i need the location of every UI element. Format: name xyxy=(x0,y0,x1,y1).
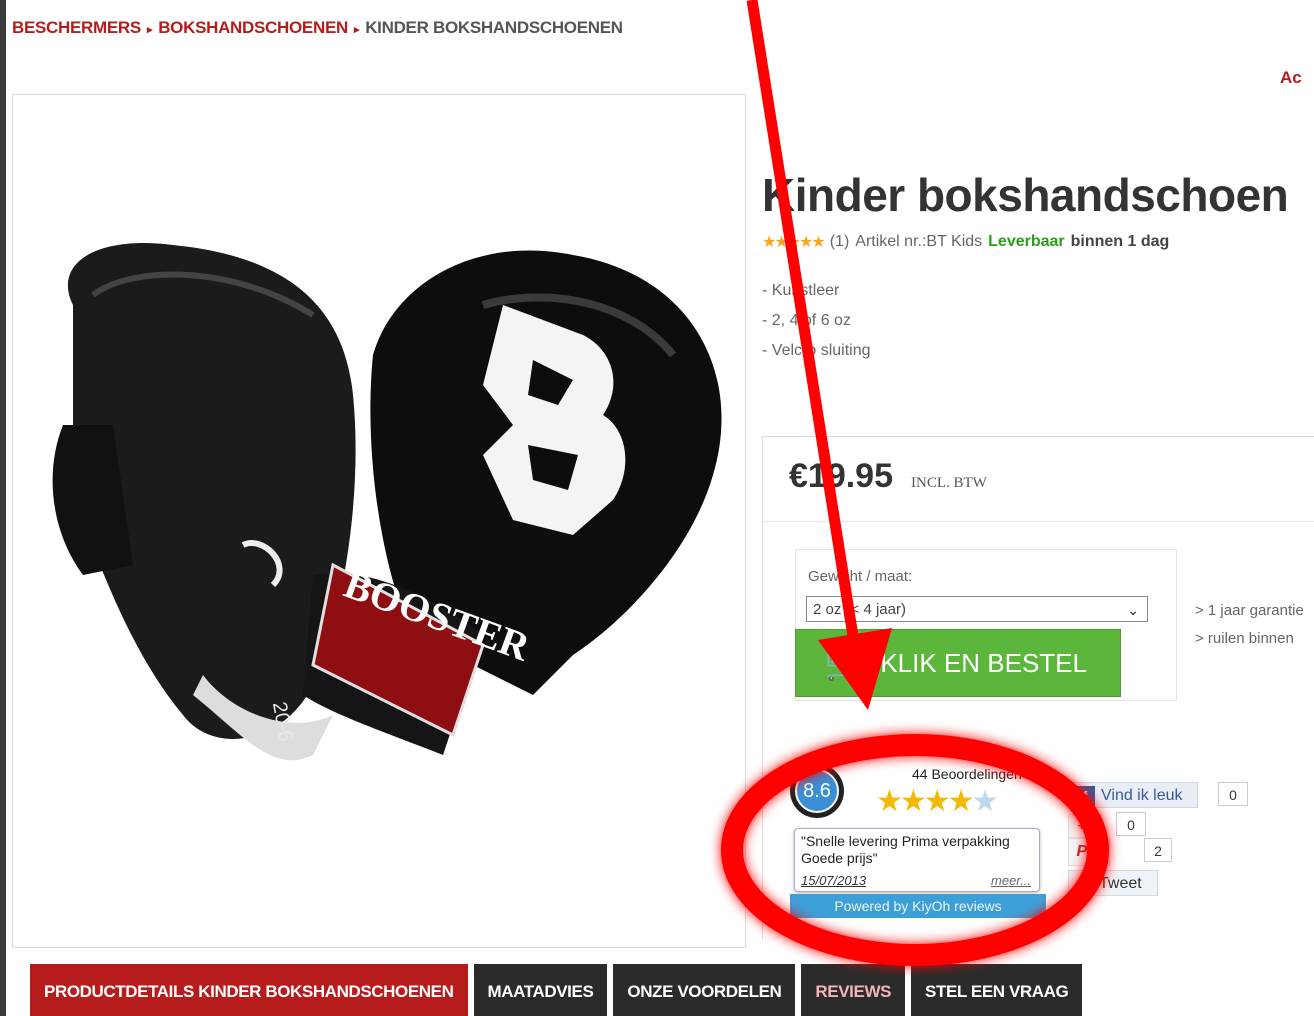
rating-count[interactable]: (1) xyxy=(830,233,850,251)
tab-maatadvies[interactable]: MAATADVIES xyxy=(473,964,608,1016)
tax-note: INCL. BTW xyxy=(911,475,987,491)
product-meta: ★★★★★ (1) Artikel nr.:BT Kids Leverbaar … xyxy=(762,232,1169,252)
product-image[interactable]: BOOSTER 20-6 xyxy=(12,94,746,948)
option-label: Gewicht / maat: xyxy=(808,568,913,585)
price-row: €19.95 INCL. BTW xyxy=(763,437,1314,522)
breadcrumb: BESCHERMERS ▸ BOKSHANDSCHOENEN ▸ KINDER BOKS… xyxy=(12,18,623,38)
tab-reviews[interactable]: REVIEWS xyxy=(801,964,906,1016)
pinterest-button[interactable]: Pin xyxy=(1068,838,1110,866)
chevron-down-icon: ⌄ xyxy=(1127,602,1139,618)
kiyoh-review-widget[interactable]: 8.6 44 Beoordelingen ★★★★★ "Snelle lever… xyxy=(790,764,1046,920)
facebook-icon: f xyxy=(1075,786,1095,806)
usp-list: > 1 jaar garantie > ruilen binnen xyxy=(1195,597,1304,653)
feature-item: - 2, 4 of 6 oz xyxy=(762,312,851,329)
chevron-right-icon: ▸ xyxy=(353,24,360,36)
availability-status: Leverbaar xyxy=(988,233,1065,250)
tab-productdetails[interactable]: PRODUCTDETAILS KINDER BOKSHANDSCHOENEN xyxy=(30,964,468,1016)
feature-list: - Kunstleer - 2, 4 of 6 oz - Velcro slui… xyxy=(762,276,871,366)
review-more-link[interactable]: meer... xyxy=(991,872,1031,889)
review-date: 15/07/2013 xyxy=(801,873,867,888)
availability-time: binnen 1 dag xyxy=(1070,233,1170,250)
feature-item: - Velcro sluiting xyxy=(762,342,871,359)
review-score-badge: 8.6 xyxy=(790,764,844,818)
buy-button[interactable]: 🛒 KLIK EN BESTEL xyxy=(795,629,1121,697)
review-quote: "Snelle levering Prima verpakking Goede … xyxy=(794,828,1040,892)
breadcrumb-link-beschermers[interactable]: BESCHERMERS xyxy=(12,18,141,37)
breadcrumb-current: KINDER BOKSHANDSCHOENEN xyxy=(365,18,623,37)
feature-item: - Kunstleer xyxy=(762,282,840,299)
article-number: Artikel nr.:BT Kids xyxy=(855,233,983,250)
tab-onze-voordelen[interactable]: ONZE VOORDELEN xyxy=(613,964,796,1016)
review-count[interactable]: 44 Beoordelingen xyxy=(912,766,1022,782)
review-score: 8.6 xyxy=(795,769,839,813)
pinterest-icon: Pin xyxy=(1076,843,1102,860)
facebook-count: 0 xyxy=(1218,782,1248,806)
breadcrumb-link-bokshandschoenen[interactable]: BOKSHANDSCHOENEN xyxy=(158,18,348,37)
pinterest-count: 2 xyxy=(1144,838,1172,862)
header-link-cut[interactable]: Ac xyxy=(1280,68,1302,88)
google-plus-button[interactable]: +1 xyxy=(1068,814,1102,838)
star-icon[interactable]: ★★★★★ xyxy=(762,232,826,252)
usp-item: > ruilen binnen xyxy=(1195,630,1294,647)
cart-icon: 🛒 xyxy=(824,644,867,682)
product-title: Kinder bokshandschoen xyxy=(762,169,1289,221)
size-select-value: 2 oz (< 4 jaar) xyxy=(813,601,906,618)
product-tabs: PRODUCTDETAILS KINDER BOKSHANDSCHOENEN M… xyxy=(30,964,1083,1016)
tweet-button[interactable]: ✦ Tweet xyxy=(1068,870,1158,896)
review-quote-text: "Snelle levering Prima verpakking Goede … xyxy=(801,833,1010,866)
buy-button-label: KLIK EN BESTEL xyxy=(880,647,1087,678)
google-plus-count: 0 xyxy=(1116,812,1146,836)
price: €19.95 xyxy=(789,457,893,495)
kiyoh-powered-by[interactable]: Powered by KiyOh reviews xyxy=(790,894,1046,918)
facebook-like-button[interactable]: f Vind ik leuk xyxy=(1068,782,1198,808)
facebook-like-label: Vind ik leuk xyxy=(1101,787,1183,804)
product-page: BESCHERMERS ▸ BOKSHANDSCHOENEN ▸ KINDER BOKS… xyxy=(6,0,1314,1016)
usp-item: > 1 jaar garantie xyxy=(1195,602,1304,619)
chevron-right-icon: ▸ xyxy=(146,24,153,36)
boxing-gloves-image: BOOSTER 20-6 xyxy=(52,243,722,761)
twitter-icon: ✦ xyxy=(1075,874,1091,894)
tweet-label: Tweet xyxy=(1099,875,1142,892)
tab-stel-een-vraag[interactable]: STEL EEN VRAAG xyxy=(911,964,1083,1016)
size-select[interactable]: 2 oz (< 4 jaar) ⌄ xyxy=(806,596,1148,622)
review-stars-icon: ★★★★★ xyxy=(876,785,998,818)
